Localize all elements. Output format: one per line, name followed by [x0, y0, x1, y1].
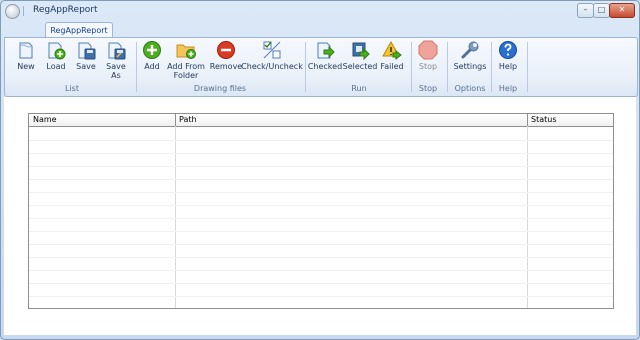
group-label-drawing-files: Drawing files — [193, 84, 247, 93]
run-selected-icon — [352, 42, 370, 60]
row-guide-line — [29, 140, 613, 141]
run-checked-icon — [317, 42, 335, 59]
help-label: Help — [498, 62, 518, 71]
row-guide-line — [29, 205, 613, 206]
folder-add-icon — [176, 44, 196, 59]
row-guide-line — [29, 231, 613, 232]
check-uncheck-button[interactable]: Check/Uncheck — [241, 40, 303, 80]
minimize-button[interactable]: – — [577, 3, 594, 18]
check-uncheck-label: Check/Uncheck — [241, 62, 303, 71]
row-guide-line — [29, 218, 613, 219]
quick-access-separator — [23, 6, 24, 16]
save-as-label: Save As — [95, 62, 137, 80]
ribbon: New Load Save Save As List Add Add From … — [4, 37, 638, 97]
row-guide-line — [29, 257, 613, 258]
row-guide-line — [29, 166, 613, 167]
checkbox-toggle-icon — [263, 41, 281, 59]
load-button[interactable]: Load — [41, 40, 71, 80]
plus-circle-icon — [143, 41, 161, 59]
question-circle-icon — [499, 41, 517, 59]
run-failed-button[interactable]: Failed — [378, 40, 406, 80]
tab-regappreport[interactable]: RegAppReport — [45, 22, 113, 38]
column-header-name[interactable]: Name — [29, 114, 175, 126]
title-bar: RegAppReport – □ ✕ — [1, 1, 639, 21]
row-guide-line — [29, 153, 613, 154]
close-button[interactable]: ✕ — [609, 3, 635, 18]
row-guide-line — [29, 270, 613, 271]
run-failed-label: Failed — [380, 62, 404, 71]
document-load-icon — [48, 42, 66, 60]
save-as-label-line-2: As — [111, 71, 121, 80]
run-checked-button[interactable]: Checked — [308, 40, 342, 80]
header-divider[interactable] — [527, 114, 528, 126]
run-failed-icon — [382, 40, 402, 60]
row-guide-line — [29, 244, 613, 245]
header-divider[interactable] — [175, 114, 176, 126]
new-button[interactable]: New — [11, 40, 41, 80]
wrench-icon — [461, 41, 479, 59]
column-header-status[interactable]: Status — [527, 114, 613, 126]
help-button[interactable]: Help — [495, 40, 521, 80]
group-label-options: Options — [454, 84, 486, 93]
grid-header: Name Path Status — [29, 114, 613, 127]
stop-sign-icon — [418, 40, 438, 60]
stop-button[interactable]: Stop — [415, 40, 441, 80]
main-content: Name Path Status — [4, 97, 636, 335]
row-guide-line — [29, 283, 613, 284]
group-label-help: Help — [498, 84, 518, 93]
document-saveas-icon — [108, 42, 126, 60]
app-window: RegAppReport – □ ✕ RegAppReport New Load — [0, 0, 640, 340]
run-selected-button[interactable]: Selected — [343, 40, 377, 80]
save-as-label-line-1: Save — [106, 62, 126, 71]
group-label-stop: Stop — [418, 84, 438, 93]
window-title: RegAppReport — [33, 5, 98, 15]
document-icon — [19, 42, 33, 59]
row-guide-line — [29, 192, 613, 193]
group-separator — [527, 42, 528, 92]
column-header-path[interactable]: Path — [175, 114, 527, 126]
settings-button[interactable]: Settings — [453, 40, 487, 80]
column-divider — [175, 114, 176, 308]
stop-label: Stop — [418, 62, 438, 71]
column-divider — [527, 114, 528, 308]
application-menu-button[interactable] — [5, 4, 20, 19]
add-from-folder-label: Add From Folder — [162, 62, 210, 80]
minus-circle-icon — [217, 41, 235, 59]
row-guide-line — [29, 179, 613, 180]
add-from-folder-label-line-1: Add From — [167, 62, 205, 71]
group-label-run: Run — [351, 84, 367, 93]
row-guide-line — [29, 296, 613, 297]
group-label-list: List — [65, 84, 79, 93]
drawing-files-grid[interactable]: Name Path Status — [28, 113, 614, 309]
add-from-folder-label-line-2: Folder — [173, 71, 199, 80]
remove-button[interactable]: Remove — [210, 40, 242, 80]
add-from-folder-button[interactable]: Add From Folder — [167, 40, 205, 80]
maximize-button[interactable]: □ — [593, 3, 610, 18]
settings-label: Settings — [453, 62, 487, 71]
save-as-button[interactable]: Save As — [101, 40, 131, 80]
document-save-icon — [78, 42, 96, 60]
